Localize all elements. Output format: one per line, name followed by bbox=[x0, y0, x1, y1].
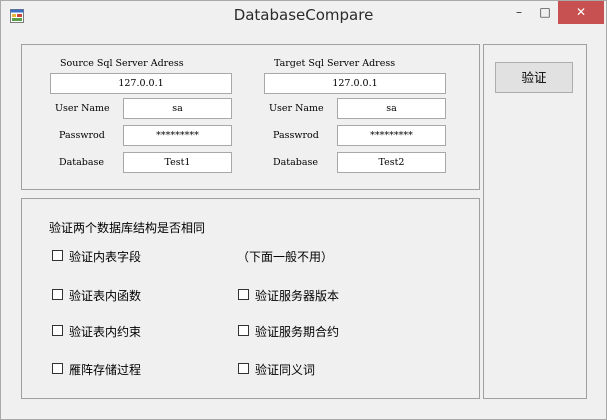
checkbox-label-5[interactable]: 验证服务期合约 bbox=[255, 323, 339, 340]
source-address-input[interactable] bbox=[50, 73, 232, 94]
checkbox-label-3[interactable]: 雁阵存储过程 bbox=[69, 361, 141, 378]
target-heading: Target Sql Server Adress bbox=[274, 58, 396, 69]
close-button[interactable]: ✕ bbox=[558, 1, 604, 24]
target-pass-label: Passwrod bbox=[273, 130, 319, 141]
source-user-input[interactable] bbox=[123, 98, 232, 119]
checkbox-label-1[interactable]: 验证表内函数 bbox=[69, 287, 141, 304]
main-window: DatabaseCompare – □ ✕ Source Sql Server … bbox=[0, 0, 607, 420]
target-pass-input[interactable] bbox=[337, 125, 446, 146]
verify-button[interactable]: 验证 bbox=[495, 62, 573, 93]
checkbox-label-6[interactable]: 验证同义词 bbox=[255, 361, 315, 378]
checkbox-label-4[interactable]: 验证服务器版本 bbox=[255, 287, 339, 304]
target-db-label: Database bbox=[273, 157, 319, 168]
checkbox-1[interactable] bbox=[52, 289, 63, 300]
checks-heading: 验证两个数据库结构是否相同 bbox=[49, 221, 206, 235]
checkbox-6[interactable] bbox=[238, 363, 249, 374]
checkbox-5[interactable] bbox=[238, 325, 249, 336]
checkbox-3[interactable] bbox=[52, 363, 63, 374]
target-user-input[interactable] bbox=[337, 98, 446, 119]
source-pass-input[interactable] bbox=[123, 125, 232, 146]
checkbox-4[interactable] bbox=[238, 289, 249, 300]
target-user-label: User Name bbox=[269, 103, 324, 114]
title-bar[interactable]: DatabaseCompare – □ ✕ bbox=[1, 1, 606, 32]
checkbox-label-0[interactable]: 验证内表字段 bbox=[69, 248, 141, 265]
target-address-input[interactable] bbox=[264, 73, 446, 94]
minimize-button[interactable]: – bbox=[506, 1, 532, 24]
checkbox-0[interactable] bbox=[52, 250, 63, 261]
checkbox-label-2[interactable]: 验证表内约束 bbox=[69, 323, 141, 340]
source-db-input[interactable] bbox=[123, 152, 232, 173]
target-db-input[interactable] bbox=[337, 152, 446, 173]
source-heading: Source Sql Server Adress bbox=[60, 58, 184, 69]
source-pass-label: Passwrod bbox=[59, 130, 105, 141]
maximize-button[interactable]: □ bbox=[532, 1, 558, 24]
checks-note: （下面一般不用） bbox=[237, 250, 334, 264]
source-user-label: User Name bbox=[55, 103, 110, 114]
source-db-label: Database bbox=[59, 157, 105, 168]
checkbox-2[interactable] bbox=[52, 325, 63, 336]
actions-groupbox bbox=[483, 44, 587, 399]
